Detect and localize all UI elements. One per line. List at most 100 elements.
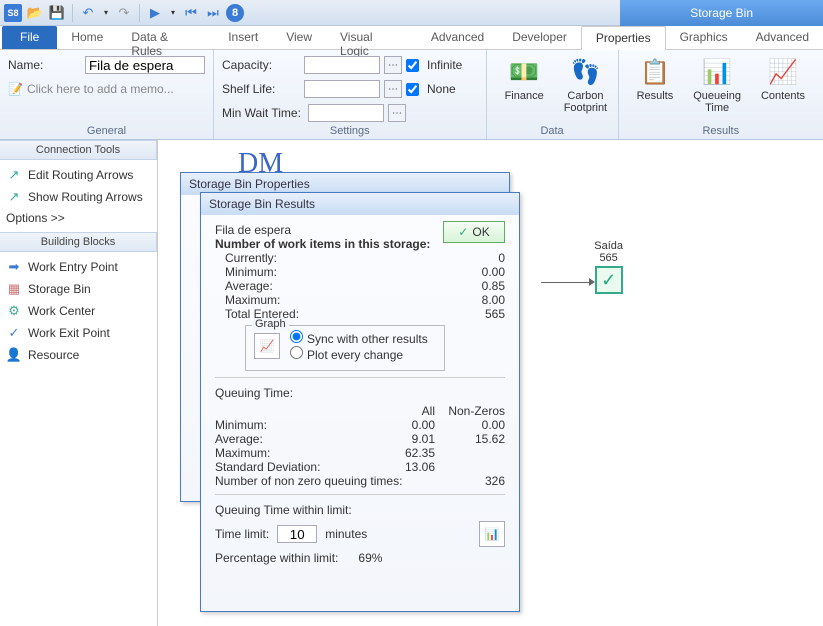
app-icon[interactable]: S8 [4, 4, 22, 22]
time-limit-unit: minutes [325, 527, 367, 541]
skip-back-icon[interactable]: ⏮ [182, 4, 200, 22]
max-label: Maximum: [225, 293, 435, 307]
tab-advanced[interactable]: Advanced [417, 26, 498, 49]
ribbon-group-general: Name: 📝 Click here to add a memo... Gene… [0, 50, 214, 139]
qt-min-all: 0.00 [365, 418, 435, 432]
queueing-label: Queueing Time [693, 90, 741, 114]
tab-file[interactable]: File [2, 26, 57, 49]
routing-arrow [541, 282, 591, 283]
separator [72, 4, 73, 22]
tab-data-rules[interactable]: Data & Rules [117, 26, 214, 49]
tab-developer[interactable]: Developer [498, 26, 581, 49]
play-dropdown-icon[interactable]: ▾ [168, 4, 178, 22]
avg-label: Average: [225, 279, 435, 293]
exit-node-box: ✓ [595, 266, 623, 294]
graph-button[interactable]: 📈 [254, 333, 280, 359]
quick-access-toolbar: S8 📂 💾 ↶ ▾ ↷ ▶ ▾ ⏮ ⏭ 8 Storage Bin [0, 0, 823, 26]
group-label-data: Data [487, 125, 618, 137]
tab-home[interactable]: Home [57, 26, 117, 49]
tab-advanced2[interactable]: Advanced [742, 26, 823, 49]
version-icon[interactable]: 8 [226, 4, 244, 22]
qt-avg-nz: 15.62 [435, 432, 505, 446]
qt-std-all: 13.06 [365, 460, 435, 474]
undo-icon[interactable]: ↶ [79, 4, 97, 22]
sync-radio[interactable] [290, 330, 303, 343]
work-exit-label: Work Exit Point [28, 326, 110, 340]
dialog-title-results[interactable]: Storage Bin Results [201, 193, 519, 215]
show-routing-arrows[interactable]: ↗Show Routing Arrows [2, 186, 155, 208]
min-label: Minimum: [225, 265, 435, 279]
none-label: None [427, 82, 456, 96]
qt-nnz-value: 326 [435, 474, 505, 488]
edit-routing-label: Edit Routing Arrows [28, 168, 133, 182]
tab-visual-logic[interactable]: Visual Logic [326, 26, 417, 49]
capacity-label: Capacity: [222, 58, 300, 72]
total-value: 565 [435, 307, 505, 321]
shelf-life-input[interactable] [304, 80, 380, 98]
storage-icon: ▦ [6, 281, 22, 297]
finance-icon: 💵 [508, 56, 540, 88]
exit-node[interactable]: Saída 565 ✓ [594, 240, 623, 296]
qt-avg-label: Average: [215, 432, 365, 446]
gear-icon: ⚙ [6, 303, 22, 319]
resource-label: Resource [28, 348, 79, 362]
min-value: 0.00 [435, 265, 505, 279]
group-label-results: Results [619, 125, 823, 137]
limit-header: Queuing Time within limit: [215, 503, 505, 517]
edit-routing-arrows[interactable]: ↗Edit Routing Arrows [2, 164, 155, 186]
play-icon[interactable]: ▶ [146, 4, 164, 22]
memo-field[interactable]: 📝 Click here to add a memo... [8, 82, 205, 96]
contents-icon: 📈 [767, 56, 799, 88]
currently-label: Currently: [225, 251, 435, 265]
options-expand[interactable]: Options >> [2, 208, 155, 228]
exit-node-count: 565 [594, 252, 623, 264]
col-all: All [365, 404, 435, 418]
limit-chart-button[interactable]: 📊 [479, 521, 505, 547]
divider [215, 494, 505, 495]
min-wait-input[interactable] [308, 104, 384, 122]
undo-dropdown-icon[interactable]: ▾ [101, 4, 111, 22]
pct-value: 69% [358, 551, 382, 565]
infinite-checkbox[interactable] [406, 59, 419, 72]
ribbon-group-data: 💵 Finance 👣 Carbon Footprint Data [487, 50, 619, 139]
building-blocks-header: Building Blocks [0, 232, 157, 252]
shelf-life-more-button[interactable]: ⋯ [384, 80, 402, 98]
open-icon[interactable]: 📂 [26, 4, 44, 22]
finance-label: Finance [505, 90, 544, 102]
block-work-exit[interactable]: ✓Work Exit Point [2, 322, 155, 344]
ok-button[interactable]: ✓OK [443, 221, 505, 243]
name-input[interactable] [85, 56, 205, 74]
dialog-storage-bin-results[interactable]: Storage Bin Results Fila de espera ✓OK N… [200, 192, 520, 612]
routing-arrow-head [589, 278, 595, 286]
min-wait-more-button[interactable]: ⋯ [388, 104, 406, 122]
options-label: Options >> [6, 211, 65, 225]
skip-forward-icon[interactable]: ⏭ [204, 4, 222, 22]
name-label: Name: [8, 58, 81, 72]
results-icon: 📋 [639, 56, 671, 88]
none-checkbox[interactable] [406, 83, 419, 96]
redo-icon[interactable]: ↷ [115, 4, 133, 22]
block-work-entry[interactable]: ➡Work Entry Point [2, 256, 155, 278]
block-resource[interactable]: 👤Resource [2, 344, 155, 366]
plot-radio[interactable] [290, 346, 303, 359]
queueing-icon: 📊 [701, 56, 733, 88]
exit-node-label: Saída [594, 240, 623, 252]
capacity-more-button[interactable]: ⋯ [384, 56, 402, 74]
group-label-settings: Settings [214, 125, 486, 137]
dialog-body: Fila de espera ✓OK Number of work items … [201, 215, 519, 573]
time-limit-input[interactable] [277, 525, 317, 543]
block-storage-bin[interactable]: ▦Storage Bin [2, 278, 155, 300]
infinite-label: Infinite [427, 58, 462, 72]
capacity-input[interactable] [304, 56, 380, 74]
group-label-general: General [0, 125, 213, 137]
tab-insert[interactable]: Insert [214, 26, 272, 49]
save-icon[interactable]: 💾 [48, 4, 66, 22]
tab-graphics[interactable]: Graphics [666, 26, 742, 49]
qt-min-label: Minimum: [215, 418, 365, 432]
sync-label: Sync with other results [307, 332, 428, 346]
tab-view[interactable]: View [272, 26, 326, 49]
left-panel: Connection Tools ↗Edit Routing Arrows ↗S… [0, 140, 158, 626]
block-work-center[interactable]: ⚙Work Center [2, 300, 155, 322]
tab-properties[interactable]: Properties [581, 26, 666, 50]
show-routing-label: Show Routing Arrows [28, 190, 143, 204]
